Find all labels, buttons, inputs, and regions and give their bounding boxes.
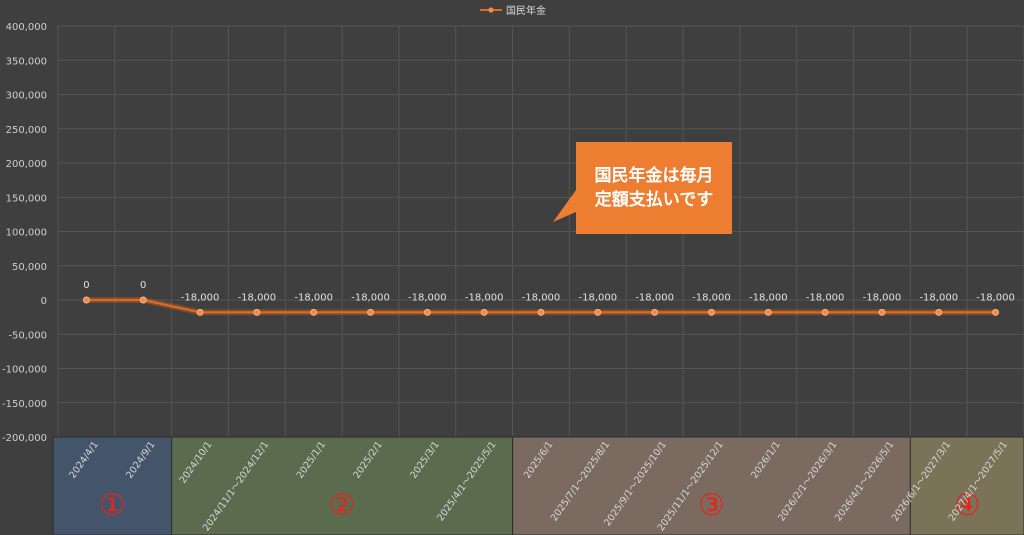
data-label: -18,000 bbox=[863, 292, 902, 303]
legend-marker bbox=[488, 7, 494, 13]
data-label: -18,000 bbox=[692, 292, 731, 303]
data-point bbox=[651, 308, 659, 316]
data-label: -18,000 bbox=[181, 292, 220, 303]
data-label: -18,000 bbox=[294, 292, 333, 303]
y-tick-label: 400,000 bbox=[6, 22, 47, 33]
data-label: -18,000 bbox=[806, 292, 845, 303]
y-tick-label: 250,000 bbox=[6, 125, 47, 136]
data-point bbox=[310, 308, 318, 316]
data-point bbox=[82, 296, 90, 304]
y-tick-label: 300,000 bbox=[6, 91, 47, 102]
y-tick-label: 100,000 bbox=[6, 228, 47, 239]
period-label: ② bbox=[329, 488, 356, 523]
period-label: ③ bbox=[698, 488, 725, 523]
callout-line-2: 定額支払いです bbox=[594, 190, 714, 210]
data-point bbox=[992, 308, 1000, 316]
data-label: -18,000 bbox=[408, 292, 447, 303]
y-tick-label: -150,000 bbox=[2, 399, 47, 410]
data-point bbox=[878, 308, 886, 316]
callout-text: 国民年金は毎月 定額支払いです bbox=[576, 142, 732, 234]
y-tick-label: -100,000 bbox=[2, 365, 47, 376]
grid-lines bbox=[57, 25, 1024, 438]
data-point bbox=[935, 308, 943, 316]
data-label: -18,000 bbox=[351, 292, 390, 303]
data-point bbox=[707, 308, 715, 316]
y-tick-label: -200,000 bbox=[2, 433, 47, 444]
y-tick-label: -50,000 bbox=[8, 330, 47, 341]
data-point bbox=[196, 308, 204, 316]
series-kokumin-nenkin: 0 0 -18,000 -18,000 -18,000 -18,000 -18,000 -18… bbox=[82, 280, 1015, 316]
data-label: -18,000 bbox=[976, 292, 1015, 303]
data-point bbox=[423, 308, 431, 316]
legend: 国民年金 bbox=[480, 4, 546, 17]
period-bands: ① ② ③ ④2024/4/1 2024/9/1 2024/10/12024/11/1～2… bbox=[52, 436, 1024, 535]
y-tick-label: 0 bbox=[41, 296, 47, 307]
data-point bbox=[537, 308, 545, 316]
legend-label: 国民年金 bbox=[506, 4, 546, 17]
data-label: -18,000 bbox=[522, 292, 561, 303]
line-chart: 400,000 350,000 300,000 250,000 200,000 150,0… bbox=[2, 4, 1024, 535]
data-label: -18,000 bbox=[465, 292, 504, 303]
callout-line-1: 国民年金は毎月 bbox=[594, 166, 714, 186]
data-label: 0 bbox=[83, 280, 89, 291]
y-tick-label: 150,000 bbox=[6, 193, 47, 204]
y-axis: 400,000 350,000 300,000 250,000 200,000 150,0… bbox=[2, 22, 47, 444]
data-label: -18,000 bbox=[579, 292, 618, 303]
data-label: 0 bbox=[140, 280, 146, 291]
data-point bbox=[594, 308, 602, 316]
y-tick-label: 50,000 bbox=[12, 262, 47, 273]
data-point bbox=[821, 308, 829, 316]
y-tick-label: 350,000 bbox=[6, 56, 47, 67]
data-point bbox=[764, 308, 772, 316]
data-point bbox=[367, 308, 375, 316]
data-label: -18,000 bbox=[635, 292, 674, 303]
data-label: -18,000 bbox=[238, 292, 277, 303]
data-label: -18,000 bbox=[749, 292, 788, 303]
data-point bbox=[480, 308, 488, 316]
data-label: -18,000 bbox=[919, 292, 958, 303]
data-point bbox=[253, 308, 261, 316]
y-tick-label: 200,000 bbox=[6, 159, 47, 170]
data-point bbox=[139, 296, 147, 304]
period-label: ① bbox=[99, 488, 126, 523]
